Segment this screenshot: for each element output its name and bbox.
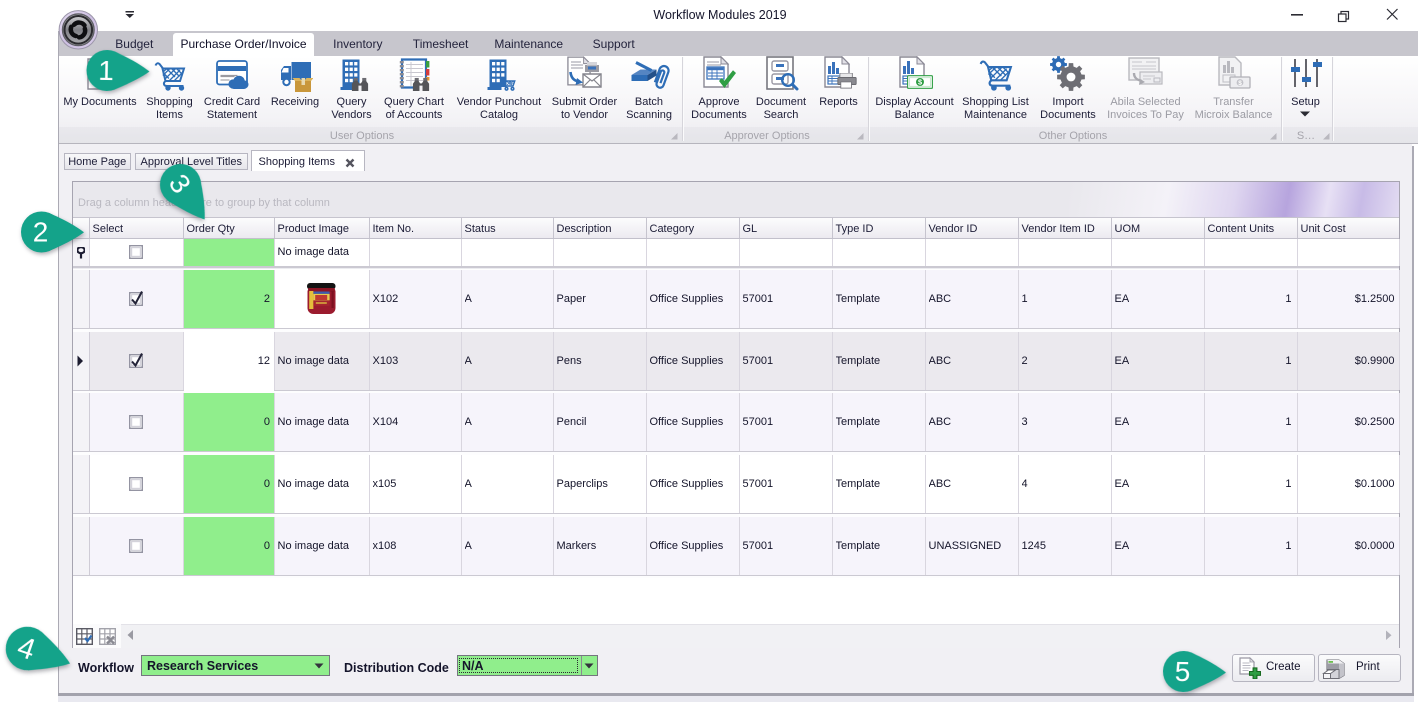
- svg-text:2: 2: [33, 217, 49, 248]
- svg-text:4: 4: [13, 630, 39, 667]
- svg-text:$: $: [1238, 80, 1242, 87]
